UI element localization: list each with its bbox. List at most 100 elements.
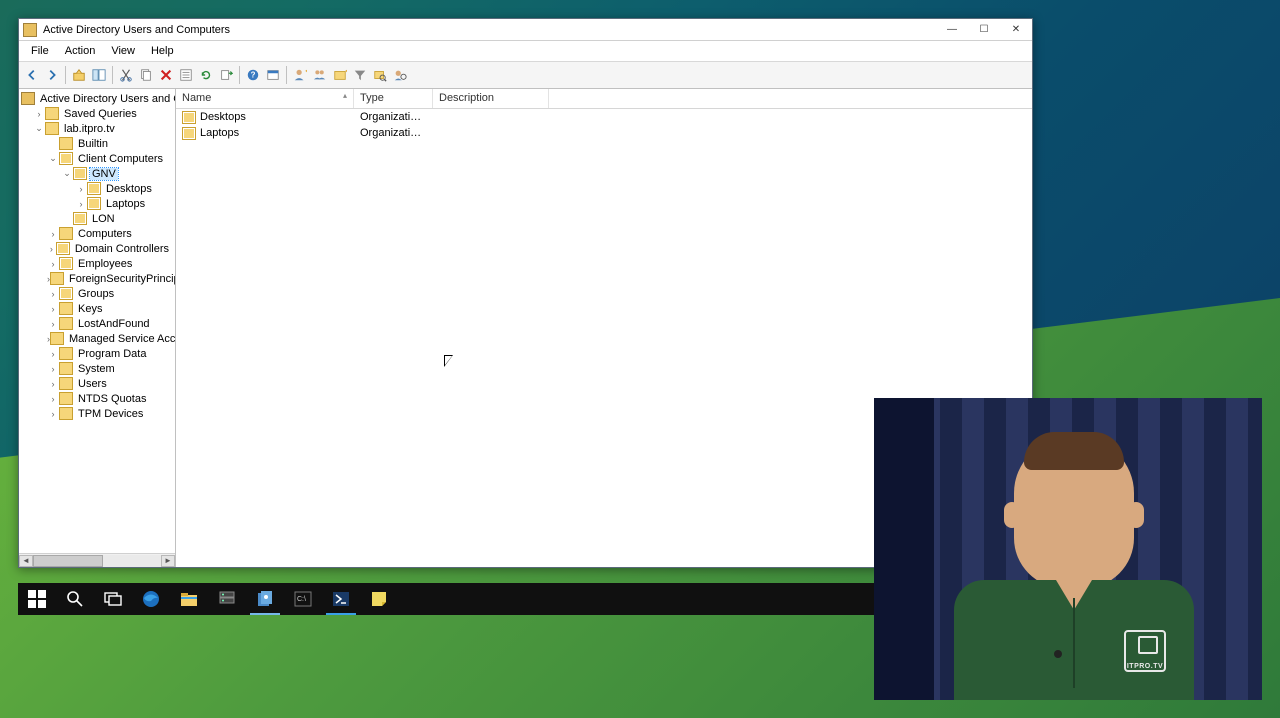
explorer-button[interactable] [170,583,208,615]
tree-label: Saved Queries [62,108,139,120]
tree-lon[interactable]: LON [19,211,175,226]
menu-action[interactable]: Action [57,43,104,59]
powershell-button[interactable] [322,583,360,615]
tree-builtin[interactable]: Builtin [19,136,175,151]
tree-keys[interactable]: ›Keys [19,301,175,316]
up-button[interactable] [70,66,88,84]
sticky-notes-button[interactable] [360,583,398,615]
presenter-figure: ITPRO.TV [954,438,1194,698]
tree-tpm[interactable]: ›TPM Devices [19,406,175,421]
new-ou-button[interactable]: ✦ [331,66,349,84]
svg-text:?: ? [251,71,256,80]
tree-system[interactable]: ›System [19,361,175,376]
ou-icon [59,287,73,300]
aduc-taskbar-button[interactable] [246,583,284,615]
show-hide-tree-button[interactable] [90,66,108,84]
server-manager-button[interactable] [208,583,246,615]
tree-root[interactable]: Active Directory Users and Computers [19,91,175,106]
tree-employees[interactable]: ›Employees [19,256,175,271]
tree-hscroll[interactable]: ◄ ► [19,553,175,567]
folder-icon [50,332,64,345]
start-button[interactable] [18,583,56,615]
search-button[interactable] [371,66,389,84]
tree-label: TPM Devices [76,408,145,420]
window-title: Active Directory Users and Computers [43,24,230,36]
close-button[interactable]: ✕ [1000,19,1032,41]
tree-saved-queries[interactable]: › Saved Queries [19,106,175,121]
tree-gnv-desktops[interactable]: ›Desktops [19,181,175,196]
scroll-thumb[interactable] [33,555,103,567]
titlebar[interactable]: Active Directory Users and Computers — ☐… [19,19,1032,41]
aduc-root-icon [21,92,35,105]
presenter-video: ITPRO.TV [874,398,1262,700]
list-item-type: Organizational... [354,127,433,139]
folder-icon [59,377,73,390]
tree-label: GNV [90,168,118,180]
list-item-type: Organizational... [354,111,433,123]
ou-icon [73,167,87,180]
tree-programdata[interactable]: ›Program Data [19,346,175,361]
taskbar[interactable]: C:\ [18,583,874,615]
delete-button[interactable] [157,66,175,84]
maximize-button[interactable]: ☐ [968,19,1000,41]
tree-users[interactable]: ›Users [19,376,175,391]
tree-label: ForeignSecurityPrincipals [67,273,176,285]
cmd-button[interactable]: C:\ [284,583,322,615]
menu-view[interactable]: View [103,43,143,59]
domain-icon [45,122,59,135]
export-button[interactable] [217,66,235,84]
help-button[interactable]: ? [244,66,262,84]
folder-icon [59,347,73,360]
tree-groups[interactable]: ›Groups [19,286,175,301]
filter-button[interactable] [351,66,369,84]
ou-icon [56,242,70,255]
copy-button[interactable] [137,66,155,84]
tree-label: Program Data [76,348,148,360]
col-type[interactable]: Type [354,89,433,108]
tree-ntds[interactable]: ›NTDS Quotas [19,391,175,406]
forward-button[interactable] [43,66,61,84]
tree-domain-controllers[interactable]: ›Domain Controllers [19,241,175,256]
tree-client-computers[interactable]: ⌄Client Computers [19,151,175,166]
mouse-cursor-icon [444,355,456,373]
scroll-right-icon[interactable]: ► [161,555,175,567]
tree-label: LostAndFound [76,318,152,330]
list-item[interactable]: Laptops Organizational... [176,125,1032,141]
cut-button[interactable] [117,66,135,84]
tree-gnv[interactable]: ⌄GNV [19,166,175,181]
find-button[interactable] [264,66,282,84]
tree-fsp[interactable]: ›ForeignSecurityPrincipals [19,271,175,286]
properties-button[interactable] [177,66,195,84]
tree-gnv-laptops[interactable]: ›Laptops [19,196,175,211]
tree-label: Keys [76,303,104,315]
tree-label: System [76,363,117,375]
menu-file[interactable]: File [23,43,57,59]
refresh-button[interactable] [197,66,215,84]
menu-help[interactable]: Help [143,43,182,59]
folder-icon [45,107,59,120]
col-name[interactable]: Name▴ [176,89,354,108]
col-description[interactable]: Description [433,89,549,108]
add-to-group-button[interactable] [391,66,409,84]
search-button[interactable] [56,583,94,615]
scroll-left-icon[interactable]: ◄ [19,555,33,567]
tree-msa[interactable]: ›Managed Service Accounts [19,331,175,346]
tree-domain[interactable]: ⌄ lab.itpro.tv [19,121,175,136]
tree-label: Desktops [104,183,154,195]
new-user-button[interactable]: ✦ [291,66,309,84]
list-item[interactable]: Desktops Organizational... [176,109,1032,125]
task-view-button[interactable] [94,583,132,615]
back-button[interactable] [23,66,41,84]
minimize-button[interactable]: — [936,19,968,41]
tree-lostfound[interactable]: ›LostAndFound [19,316,175,331]
logo-text: ITPRO.TV [1127,663,1163,670]
ou-icon [182,127,196,140]
ou-icon [73,212,87,225]
edge-button[interactable] [132,583,170,615]
new-group-button[interactable] [311,66,329,84]
ou-icon [59,152,73,165]
svg-text:✦: ✦ [304,68,307,75]
tree-pane[interactable]: Active Directory Users and Computers › S… [19,89,176,567]
tree-label: lab.itpro.tv [62,123,117,135]
tree-computers[interactable]: ›Computers [19,226,175,241]
